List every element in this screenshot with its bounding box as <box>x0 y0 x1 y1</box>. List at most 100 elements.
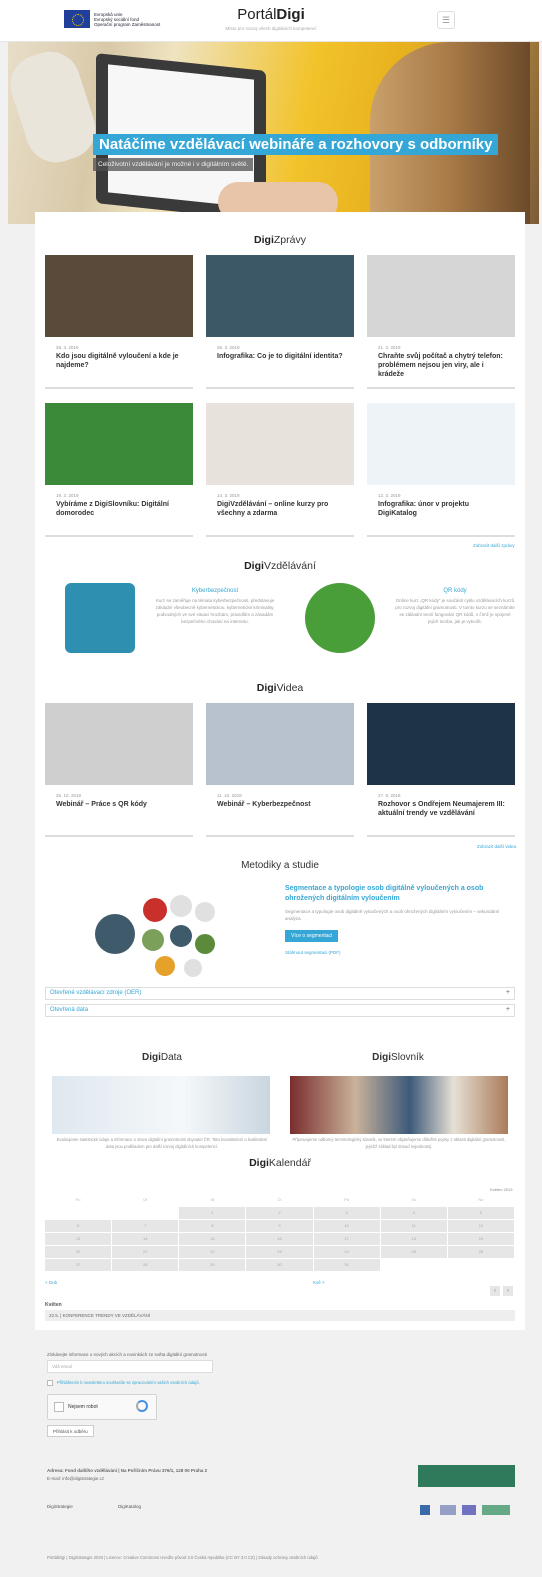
calendar-day[interactable]: 2 <box>246 1207 313 1219</box>
recaptcha-logo-icon <box>136 1400 148 1412</box>
news-card[interactable]: 12. 3. 2019 Infografika: únor v projektu … <box>367 403 515 537</box>
calendar-next-arrow-icon[interactable]: › <box>503 1286 513 1296</box>
news-card-image[interactable] <box>206 255 354 337</box>
video-card[interactable]: 25. 10. 2018 Webinář – Práce s QR kódy <box>45 703 193 837</box>
news-card[interactable]: 21. 3. 2019 Chraňte svůj počítač a chytrý… <box>367 255 515 389</box>
calendar-day[interactable]: 21 <box>112 1246 179 1258</box>
calendar-day[interactable]: 22 <box>179 1246 246 1258</box>
calendar-day[interactable]: 13 <box>45 1233 112 1245</box>
news-card-image[interactable] <box>206 403 354 485</box>
calendar-day[interactable]: 28 <box>112 1259 179 1271</box>
video-thumbnail[interactable] <box>206 703 354 785</box>
calendar-day[interactable]: 23 <box>246 1246 313 1258</box>
news-card-title[interactable]: Infografika: únor v projektu DigiKatalog <box>378 500 509 518</box>
calendar-day[interactable]: 17 <box>313 1233 380 1245</box>
news-card-title[interactable]: DigiVzdělávání – online kurzy pro všechn… <box>217 500 348 518</box>
video-card[interactable]: 27. 9. 2018 Rozhovor s Ondřejem Neumajere… <box>367 703 515 837</box>
calendar-day[interactable]: 27 <box>45 1259 112 1271</box>
calendar-day[interactable]: 19 <box>447 1233 514 1245</box>
cybersecurity-course-icon[interactable] <box>65 583 135 653</box>
qr-code-course-title[interactable]: QR kódy <box>395 588 515 594</box>
accordion-open-data[interactable]: Otevřená data + <box>45 1004 515 1017</box>
contact-email[interactable]: E-mail: info@digistrategie.cz <box>47 1476 104 1481</box>
hero-slider[interactable]: Natáčíme vzdělávací webináře a rozhovory… <box>8 42 539 224</box>
calendar-day[interactable]: 20 <box>45 1246 112 1258</box>
news-card-title[interactable]: Kdo jsou digitálně vyloučení a kde je na… <box>56 352 187 370</box>
cybersecurity-course-text: Kurz se zaměřuje na témata kyberbezpečno… <box>155 598 275 624</box>
news-card[interactable]: 28. 3. 2019 Kdo jsou digitálně vyloučení … <box>45 255 193 389</box>
calendar-day[interactable]: 31 <box>313 1259 380 1271</box>
video-card-title[interactable]: Rozhovor s Ondřejem Neumajerem III: aktu… <box>378 800 509 818</box>
calendar-day[interactable]: 14 <box>112 1233 179 1245</box>
calendar-day[interactable]: 7 <box>112 1220 179 1232</box>
news-card-image[interactable] <box>367 403 515 485</box>
calendar-day[interactable]: 8 <box>179 1220 246 1232</box>
calendar-day[interactable]: 5 <box>447 1207 514 1219</box>
news-card-image[interactable] <box>45 403 193 485</box>
recaptcha-checkbox[interactable] <box>54 1402 64 1412</box>
calendar-next-link[interactable]: Kvě > <box>313 1280 325 1285</box>
news-card-image[interactable] <box>45 255 193 337</box>
news-card-image[interactable] <box>367 255 515 337</box>
news-card[interactable]: 26. 3. 2019 Infografika: Co je to digitál… <box>206 255 354 389</box>
segmentation-pdf-link[interactable]: Stáhnout segmentaci (PDF) <box>285 950 341 955</box>
recaptcha-widget[interactable]: Nejsem robot <box>47 1394 157 1420</box>
calendar-day[interactable]: 12 <box>447 1220 514 1232</box>
calendar-day[interactable]: 29 <box>179 1259 246 1271</box>
calendar-day[interactable]: 18 <box>380 1233 447 1245</box>
partner-logo-1-icon[interactable] <box>420 1505 430 1515</box>
more-news-link[interactable]: Zobrazit další zprávy <box>473 543 515 548</box>
calendar-prev-arrow-icon[interactable]: ‹ <box>490 1286 500 1296</box>
calendar-day[interactable] <box>380 1259 447 1271</box>
calendar-day[interactable]: 15 <box>179 1233 246 1245</box>
news-card-title[interactable]: Infografika: Co je to digitální identita… <box>217 352 348 361</box>
video-card-title[interactable]: Webinář – Práce s QR kódy <box>56 800 187 809</box>
consent-checkbox[interactable] <box>47 1380 53 1386</box>
calendar-prev-link[interactable]: < Dub <box>45 1280 57 1285</box>
digidata-image[interactable] <box>52 1076 270 1134</box>
calendar-day[interactable]: 10 <box>313 1220 380 1232</box>
qr-code-course-icon[interactable] <box>305 583 375 653</box>
metodiky-title[interactable]: Segmentace a typologie osob digitálně vy… <box>285 884 515 904</box>
site-title[interactable]: PortálDigi <box>0 6 542 23</box>
calendar-day[interactable]: 4 <box>380 1207 447 1219</box>
calendar-day[interactable]: 30 <box>246 1259 313 1271</box>
calendar-day[interactable]: 1 <box>179 1207 246 1219</box>
accordion-oer[interactable]: Otevřené vzdělávací zdroje (OER) + <box>45 987 515 1000</box>
news-card[interactable]: 19. 3. 2019 Vybíráme z DigiSlovníku: Digi… <box>45 403 193 537</box>
calendar-day[interactable]: 26 <box>447 1246 514 1258</box>
calendar-day[interactable]: 16 <box>246 1233 313 1245</box>
partner-logo-fdv-icon[interactable] <box>482 1505 510 1515</box>
more-videos-link[interactable]: Zobrazit další videa <box>477 844 516 849</box>
calendar-day[interactable]: 3 <box>313 1207 380 1219</box>
video-card[interactable]: 11. 10. 2018 Webinář – Kyberbezpečnost <box>206 703 354 837</box>
news-card[interactable]: 14. 3. 2019 DigiVzdělávání – online kurzy… <box>206 403 354 537</box>
video-thumbnail[interactable] <box>367 703 515 785</box>
video-card-title[interactable]: Webinář – Kyberbezpečnost <box>217 800 348 809</box>
footer-logo-digikatalog[interactable]: DigiKatalog <box>118 1504 141 1509</box>
digistrategie-banner[interactable] <box>418 1465 515 1487</box>
digislovnik-image[interactable] <box>290 1076 508 1134</box>
calendar-day[interactable]: 9 <box>246 1220 313 1232</box>
video-thumbnail[interactable] <box>45 703 193 785</box>
news-card-title[interactable]: Chraňte svůj počítač a chytrý telefon: p… <box>378 352 509 379</box>
newsletter-email-input[interactable]: Váš email <box>47 1360 213 1373</box>
partner-logo-3-icon[interactable] <box>462 1505 476 1515</box>
menu-hamburger-icon[interactable]: ☰ <box>437 11 455 29</box>
calendar-day[interactable] <box>45 1207 112 1219</box>
calendar-day[interactable]: 24 <box>313 1246 380 1258</box>
footer-logo-digistrategie[interactable]: DigiStrategie <box>47 1504 73 1509</box>
partner-logo-2-icon[interactable] <box>440 1505 456 1515</box>
calendar-day[interactable] <box>447 1259 514 1271</box>
cybersecurity-course-title[interactable]: Kyberbezpečnost <box>155 588 275 594</box>
calendar-day[interactable]: 6 <box>45 1220 112 1232</box>
consent-text[interactable]: Přihlášením k newsletteru souhlasíte se … <box>57 1380 200 1385</box>
calendar-day[interactable] <box>112 1207 179 1219</box>
news-card-title[interactable]: Vybíráme z DigiSlovníku: Digitální domor… <box>56 500 187 518</box>
segmentation-button[interactable]: Více o segmentaci <box>285 930 339 942</box>
calendar-day[interactable]: 11 <box>380 1220 447 1232</box>
calendar-day[interactable]: 25 <box>380 1246 447 1258</box>
subscribe-button[interactable]: Přihlásit k odběru <box>47 1425 94 1437</box>
hero-title[interactable]: Natáčíme vzdělávací webináře a rozhovory… <box>93 134 499 155</box>
calendar-event[interactable]: 22.5. | KONFERENCE TRENDY VE VZDĚLÁVÁNÍ <box>45 1310 515 1321</box>
